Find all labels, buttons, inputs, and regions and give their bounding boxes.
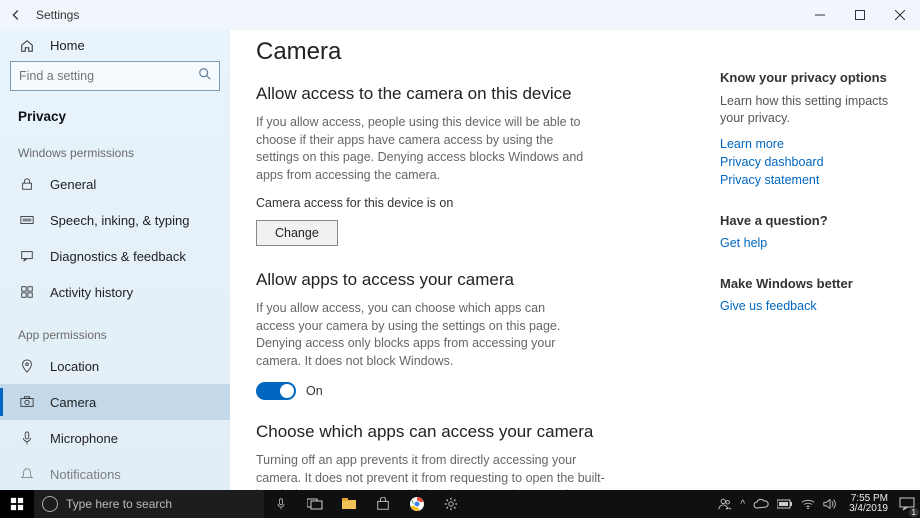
page-title: Camera xyxy=(256,38,694,66)
taskbar-search[interactable]: Type here to search xyxy=(34,490,264,518)
desc-choose-apps: Turning off an app prevents it from dire… xyxy=(256,452,606,490)
taskbar: Type here to search ^ 7:55 PM 3/4/2019 1 xyxy=(0,490,920,518)
allow-apps-toggle[interactable] xyxy=(256,382,296,400)
taskbar-search-placeholder: Type here to search xyxy=(66,497,172,511)
wifi-icon[interactable] xyxy=(801,498,815,510)
location-icon xyxy=(18,359,36,373)
microphone-icon xyxy=(18,431,36,445)
system-tray[interactable]: ^ xyxy=(712,497,843,511)
privacy-options-heading: Know your privacy options xyxy=(720,70,904,85)
search-icon xyxy=(198,67,212,86)
section-access-device: Allow access to the camera on this devic… xyxy=(256,84,694,104)
device-access-status: Camera access for this device is on xyxy=(256,196,694,210)
taskbar-clock[interactable]: 7:55 PM 3/4/2019 xyxy=(843,494,894,515)
window-title: Settings xyxy=(32,8,79,22)
right-column: Know your privacy options Learn how this… xyxy=(720,30,920,490)
privacy-dashboard-link[interactable]: Privacy dashboard xyxy=(720,155,904,169)
sidebar-item-general[interactable]: General xyxy=(0,166,230,202)
chevron-up-icon[interactable]: ^ xyxy=(740,499,745,510)
sidebar-item-speech[interactable]: Speech, inking, & typing xyxy=(0,202,230,238)
home-icon xyxy=(18,39,36,53)
onedrive-icon[interactable] xyxy=(753,498,769,510)
sidebar-item-camera[interactable]: Camera xyxy=(0,384,230,420)
bell-icon xyxy=(18,467,36,481)
settings-icon[interactable] xyxy=(434,490,468,518)
history-icon xyxy=(18,285,36,299)
chrome-icon[interactable] xyxy=(400,490,434,518)
nav-label: General xyxy=(50,177,96,192)
group-windows-permissions: Windows permissions xyxy=(0,128,230,166)
nav-label: Microphone xyxy=(50,431,118,446)
nav-label: Camera xyxy=(50,395,96,410)
sidebar-item-activity[interactable]: Activity history xyxy=(0,274,230,310)
toggle-state: On xyxy=(306,384,323,398)
back-button[interactable] xyxy=(0,0,32,30)
volume-icon[interactable] xyxy=(823,498,837,510)
camera-icon xyxy=(18,395,36,409)
sidebar-item-diagnostics[interactable]: Diagnostics & feedback xyxy=(0,238,230,274)
sidebar-item-location[interactable]: Location xyxy=(0,348,230,384)
home-link[interactable]: Home xyxy=(0,38,230,53)
section-label: Privacy xyxy=(0,101,230,128)
titlebar: Settings xyxy=(0,0,920,30)
section-allow-apps: Allow apps to access your camera xyxy=(256,270,694,290)
change-button[interactable]: Change xyxy=(256,220,338,246)
minimize-button[interactable] xyxy=(800,0,840,30)
privacy-options-text: Learn how this setting impacts your priv… xyxy=(720,93,904,127)
explorer-icon[interactable] xyxy=(332,490,366,518)
nav-label: Speech, inking, & typing xyxy=(50,213,189,228)
search-box[interactable] xyxy=(10,61,220,91)
people-icon[interactable] xyxy=(718,497,732,511)
battery-icon[interactable] xyxy=(777,499,793,509)
feedback-icon xyxy=(18,249,36,263)
start-button[interactable] xyxy=(0,490,34,518)
task-view-icon[interactable] xyxy=(298,490,332,518)
sidebar-item-notifications[interactable]: Notifications xyxy=(0,456,230,490)
search-input[interactable] xyxy=(10,61,220,91)
learn-more-link[interactable]: Learn more xyxy=(720,137,904,151)
keyboard-icon xyxy=(18,213,36,227)
home-label: Home xyxy=(50,38,85,53)
section-choose-apps: Choose which apps can access your camera xyxy=(256,422,694,442)
group-app-permissions: App permissions xyxy=(0,310,230,348)
nav-label: Location xyxy=(50,359,99,374)
privacy-statement-link[interactable]: Privacy statement xyxy=(720,173,904,187)
nav-label: Activity history xyxy=(50,285,133,300)
get-help-link[interactable]: Get help xyxy=(720,236,904,250)
nav-label: Notifications xyxy=(50,467,121,482)
feedback-link[interactable]: Give us feedback xyxy=(720,299,904,313)
action-center-icon[interactable]: 1 xyxy=(894,490,920,518)
clock-date: 3/4/2019 xyxy=(849,504,888,515)
sidebar: Home Privacy Windows permissions General… xyxy=(0,30,230,490)
desc-access-device: If you allow access, people using this d… xyxy=(256,114,586,184)
better-heading: Make Windows better xyxy=(720,276,904,291)
nav-label: Diagnostics & feedback xyxy=(50,249,186,264)
desc-allow-apps: If you allow access, you can choose whic… xyxy=(256,300,586,370)
question-heading: Have a question? xyxy=(720,213,904,228)
store-icon[interactable] xyxy=(366,490,400,518)
mic-icon[interactable] xyxy=(264,490,298,518)
close-button[interactable] xyxy=(880,0,920,30)
main-content: Camera Allow access to the camera on thi… xyxy=(230,30,720,490)
sidebar-item-microphone[interactable]: Microphone xyxy=(0,420,230,456)
notif-badge: 1 xyxy=(909,508,919,517)
maximize-button[interactable] xyxy=(840,0,880,30)
lock-icon xyxy=(18,177,36,191)
cortana-icon xyxy=(42,496,58,512)
